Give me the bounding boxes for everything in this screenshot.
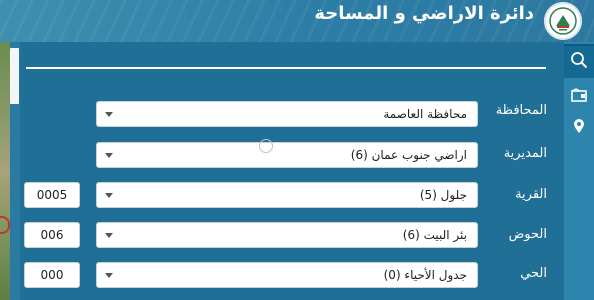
directorate-select[interactable]: اراضي جنوب عمان (6) [96, 142, 478, 168]
neighborhood-value: جدول الأحياء (0) [383, 268, 467, 282]
label-governorate: المحافظة [495, 103, 547, 118]
basin-select[interactable]: بئر البيت (6) [96, 222, 478, 248]
village-select[interactable]: جلول (5) [96, 182, 478, 208]
neighborhood-select[interactable]: جدول الأحياء (0) [96, 262, 478, 288]
rail-location-button[interactable] [564, 112, 594, 144]
label-basin: الحوض [508, 227, 547, 242]
label-directorate: المديرية [503, 146, 547, 161]
label-village: القرية [515, 187, 547, 202]
governorate-select[interactable]: محافظة العاصمة [96, 101, 478, 127]
panel-divider [26, 67, 546, 69]
village-code-field[interactable]: 0005 [24, 182, 80, 208]
chevron-down-icon [105, 112, 113, 117]
chevron-down-icon [105, 233, 113, 238]
search-icon [570, 51, 588, 73]
location-pin-icon [573, 118, 585, 138]
land-survey-logo-icon[interactable] [544, 2, 582, 40]
page-title: دائرة الاراضي و المساحة [314, 3, 534, 24]
scrollbar-thumb[interactable] [10, 48, 19, 104]
directorate-value: اراضي جنوب عمان (6) [350, 148, 467, 162]
rail-search-button[interactable] [564, 44, 594, 78]
folder-icon [571, 87, 587, 106]
chevron-down-icon [105, 153, 113, 158]
basin-value: بئر البيت (6) [402, 228, 467, 242]
chevron-down-icon [105, 193, 113, 198]
rail-folder-button[interactable] [564, 80, 594, 112]
neighborhood-code-field[interactable]: 000 [24, 262, 80, 288]
map-background[interactable] [0, 42, 10, 300]
village-value: جلول (5) [419, 188, 467, 202]
governorate-value: محافظة العاصمة [383, 107, 467, 121]
basin-code-field[interactable]: 006 [24, 222, 80, 248]
chevron-down-icon [105, 273, 113, 278]
label-neighborhood: الحي [520, 266, 547, 281]
mouse-cursor [259, 139, 273, 153]
